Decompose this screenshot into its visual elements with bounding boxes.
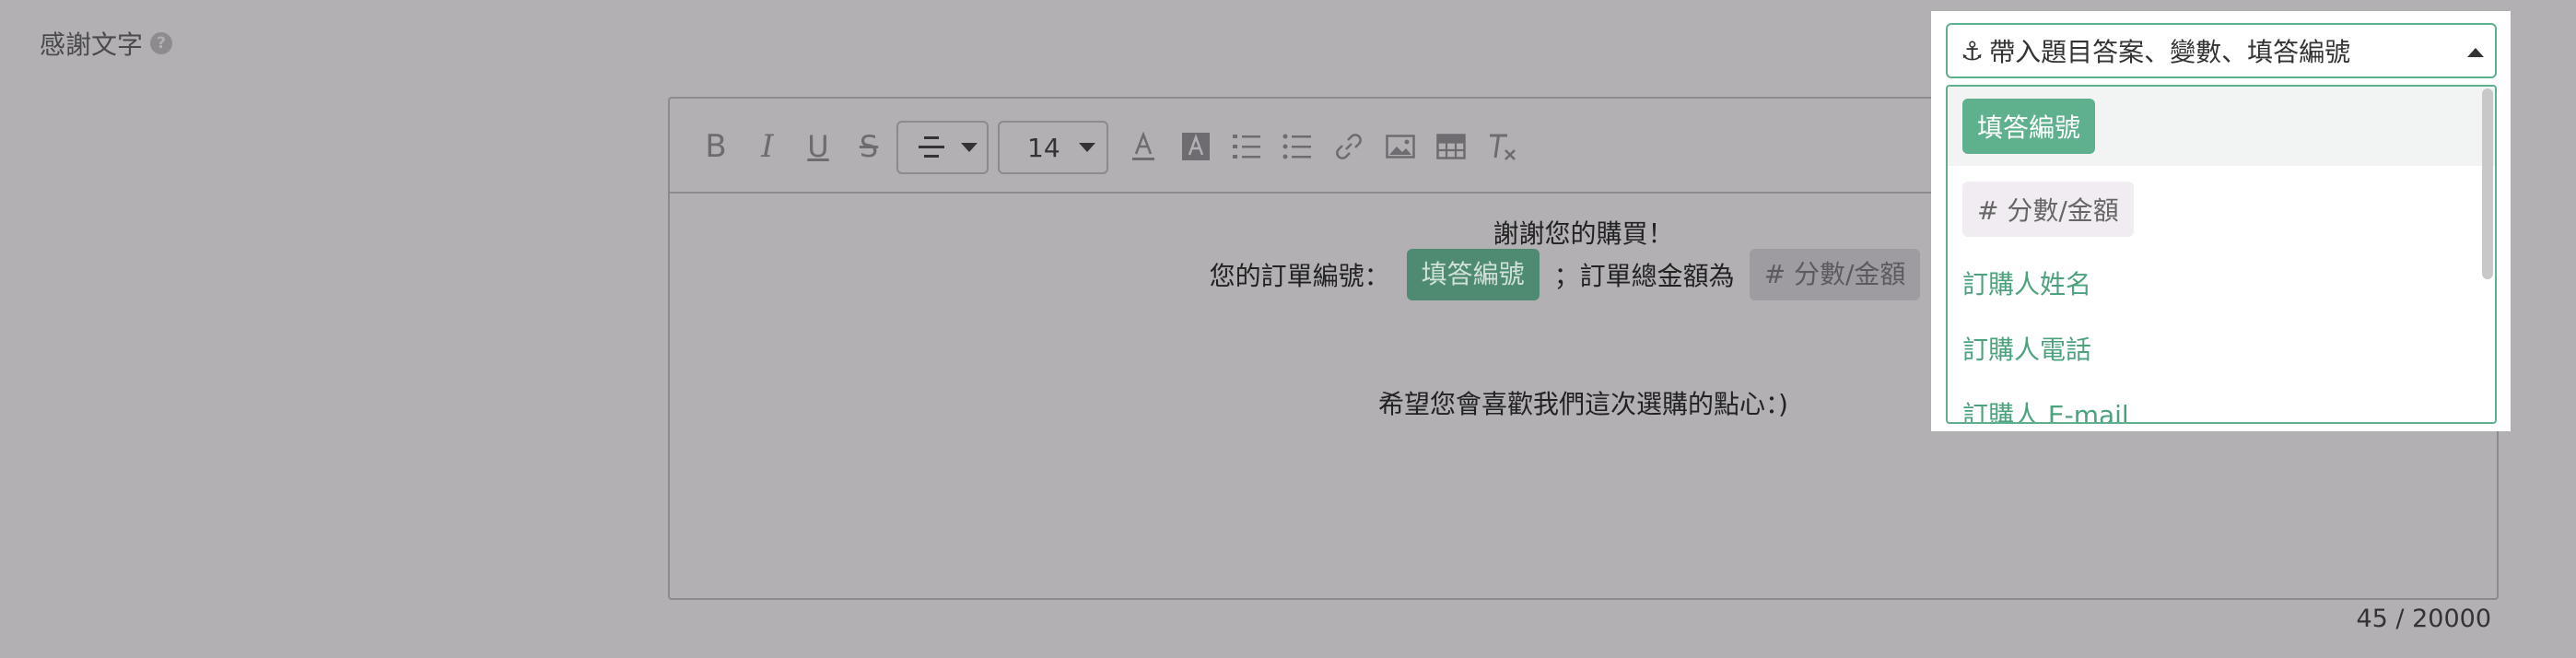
background-color-button[interactable] (1176, 121, 1216, 172)
font-size-select[interactable]: 14 (998, 121, 1108, 174)
chevron-down-icon (961, 143, 978, 152)
answer-number-tag[interactable]: 填答編號 (1406, 249, 1540, 300)
content-text: 您的訂單編號： (1209, 261, 1390, 291)
content-text: 謝謝您的購買！ (1493, 218, 1674, 249)
field-label: 感謝文字 (40, 29, 144, 60)
font-color-icon (1132, 132, 1154, 160)
link-icon (1336, 134, 1362, 159)
option-label: 訂購人電話 (1962, 335, 2092, 365)
bold-icon: B (705, 128, 727, 165)
clear-format-icon (1490, 134, 1516, 160)
option-label: 訂購人姓名 (1962, 269, 2092, 300)
variable-picker-select[interactable]: ⚓ 帶入題目答案、變數、填答編號 (1946, 23, 2497, 78)
underline-button[interactable]: U (802, 121, 835, 172)
score-amount-tag[interactable]: # 分數/金額 (1749, 249, 1921, 300)
option-buyer-phone[interactable]: 訂購人電話 (1948, 321, 2495, 376)
image-icon (1386, 135, 1415, 159)
chevron-up-icon (2467, 48, 2484, 57)
strikethrough-button[interactable]: S (852, 121, 885, 172)
anchor-icon: ⚓ (1961, 35, 1985, 66)
help-icon[interactable]: ? (150, 32, 173, 54)
option-answer-number[interactable]: 填答編號 (1948, 87, 2495, 166)
field-label-group: 感謝文字 ? (40, 25, 173, 62)
italic-icon: I (761, 128, 774, 165)
ordered-list-button[interactable] (1226, 121, 1267, 172)
chevron-down-icon (1078, 143, 1095, 152)
italic-button[interactable]: I (751, 121, 784, 172)
insert-table-button[interactable] (1431, 121, 1471, 172)
option-buyer-name[interactable]: 訂購人姓名 (1948, 255, 2495, 311)
variable-picker-placeholder: 帶入題目答案、變數、填答編號 (1989, 37, 2351, 67)
content-text: ；訂單總金額為 (1553, 261, 1735, 291)
option-label: # 分數/金額 (1962, 182, 2134, 237)
align-center-icon (919, 136, 944, 158)
insert-image-button[interactable] (1380, 121, 1421, 172)
option-label: 填答編號 (1962, 99, 2096, 154)
ordered-list-icon (1233, 135, 1260, 159)
background-color-icon (1182, 133, 1210, 160)
character-counter: 45 / 20000 (2356, 605, 2491, 633)
bullet-list-button[interactable] (1277, 121, 1317, 172)
clear-format-button[interactable] (1482, 121, 1523, 172)
underline-icon: U (807, 129, 829, 164)
option-score-amount[interactable]: # 分數/金額 (1948, 170, 2495, 249)
options-scrollbar[interactable] (2482, 88, 2493, 279)
link-button[interactable] (1329, 121, 1369, 172)
table-icon (1436, 134, 1466, 159)
bullet-list-icon (1282, 134, 1311, 159)
variable-picker-options: 填答編號 # 分數/金額 訂購人姓名 訂購人電話 訂購人 E-mail (1946, 85, 2497, 424)
bold-button[interactable]: B (699, 121, 732, 172)
alignment-select[interactable] (896, 121, 989, 174)
option-buyer-email[interactable]: 訂購人 E-mail (1948, 386, 2495, 424)
font-size-value: 14 (1027, 132, 1060, 163)
font-color-button[interactable] (1123, 121, 1164, 172)
content-text: 希望您會喜歡我們這次選購的點心：) (1378, 389, 1788, 419)
strikethrough-icon: S (859, 129, 879, 164)
option-label: 訂購人 E-mail (1962, 400, 2129, 424)
variable-picker-dropdown: ⚓ 帶入題目答案、變數、填答編號 填答編號 # 分數/金額 訂購人姓名 訂購人電… (1931, 11, 2511, 431)
